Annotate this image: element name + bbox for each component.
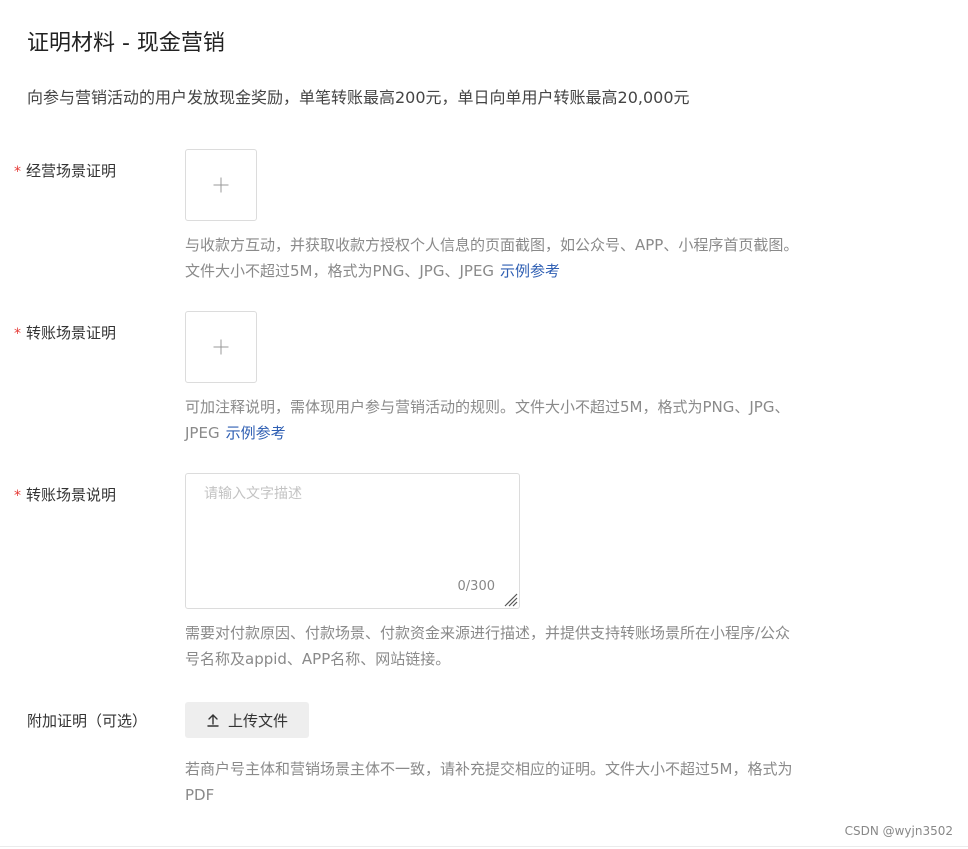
transfer-desc-label-text: 转账场景说明 xyxy=(26,486,117,504)
extra-proof-label: 附加证明（可选） xyxy=(27,712,148,730)
char-counter: 0/300 xyxy=(457,579,495,594)
plus-icon xyxy=(213,339,229,355)
upload-file-button-label: 上传文件 xyxy=(227,711,288,730)
resize-handle-icon[interactable] xyxy=(502,591,518,607)
business-scene-label: * 经营场景证明 xyxy=(14,160,116,183)
business-scene-hint-text: 与收款方互动，并获取收款方授权个人信息的页面截图，如公众号、APP、小程序首页截… xyxy=(185,236,799,280)
extra-proof-hint: 若商户号主体和营销场景主体不一致，请补充提交相应的证明。文件大小不超过5M，格式… xyxy=(185,760,793,804)
watermark: CSDN @wyjn3502 xyxy=(844,824,953,838)
page-subtitle: 向参与营销活动的用户发放现金奖励，单笔转账最高200元，单日向单用户转账最高20… xyxy=(27,88,690,107)
business-scene-label-text: 经营场景证明 xyxy=(26,162,117,180)
page-title: 证明材料 - 现金营销 xyxy=(27,31,225,56)
business-scene-example-link[interactable]: 示例参考 xyxy=(500,262,560,280)
required-mark: * xyxy=(14,326,21,342)
business-scene-hint: 与收款方互动，并获取收款方授权个人信息的页面截图，如公众号、APP、小程序首页截… xyxy=(185,232,800,284)
transfer-scene-hint: 可加注释说明，需体现用户参与营销活动的规则。文件大小不超过5M，格式为PNG、J… xyxy=(185,394,800,446)
transfer-desc-box: 0/300 xyxy=(185,473,520,609)
divider xyxy=(0,846,968,847)
transfer-scene-label-text: 转账场景证明 xyxy=(26,324,117,342)
transfer-scene-label: * 转账场景证明 xyxy=(14,322,116,345)
upload-arrow-icon xyxy=(207,714,219,727)
required-mark: * xyxy=(14,164,21,180)
transfer-scene-example-link[interactable]: 示例参考 xyxy=(226,424,286,442)
required-mark: * xyxy=(14,488,21,504)
plus-icon xyxy=(213,177,229,193)
transfer-desc-hint: 需要对付款原因、付款场景、付款资金来源进行描述，并提供支持转账场景所在小程序/公… xyxy=(185,624,791,668)
upload-file-button[interactable]: 上传文件 xyxy=(185,702,309,738)
transfer-desc-label: * 转账场景说明 xyxy=(14,484,116,507)
business-scene-upload[interactable] xyxy=(185,149,257,221)
transfer-scene-upload[interactable] xyxy=(185,311,257,383)
